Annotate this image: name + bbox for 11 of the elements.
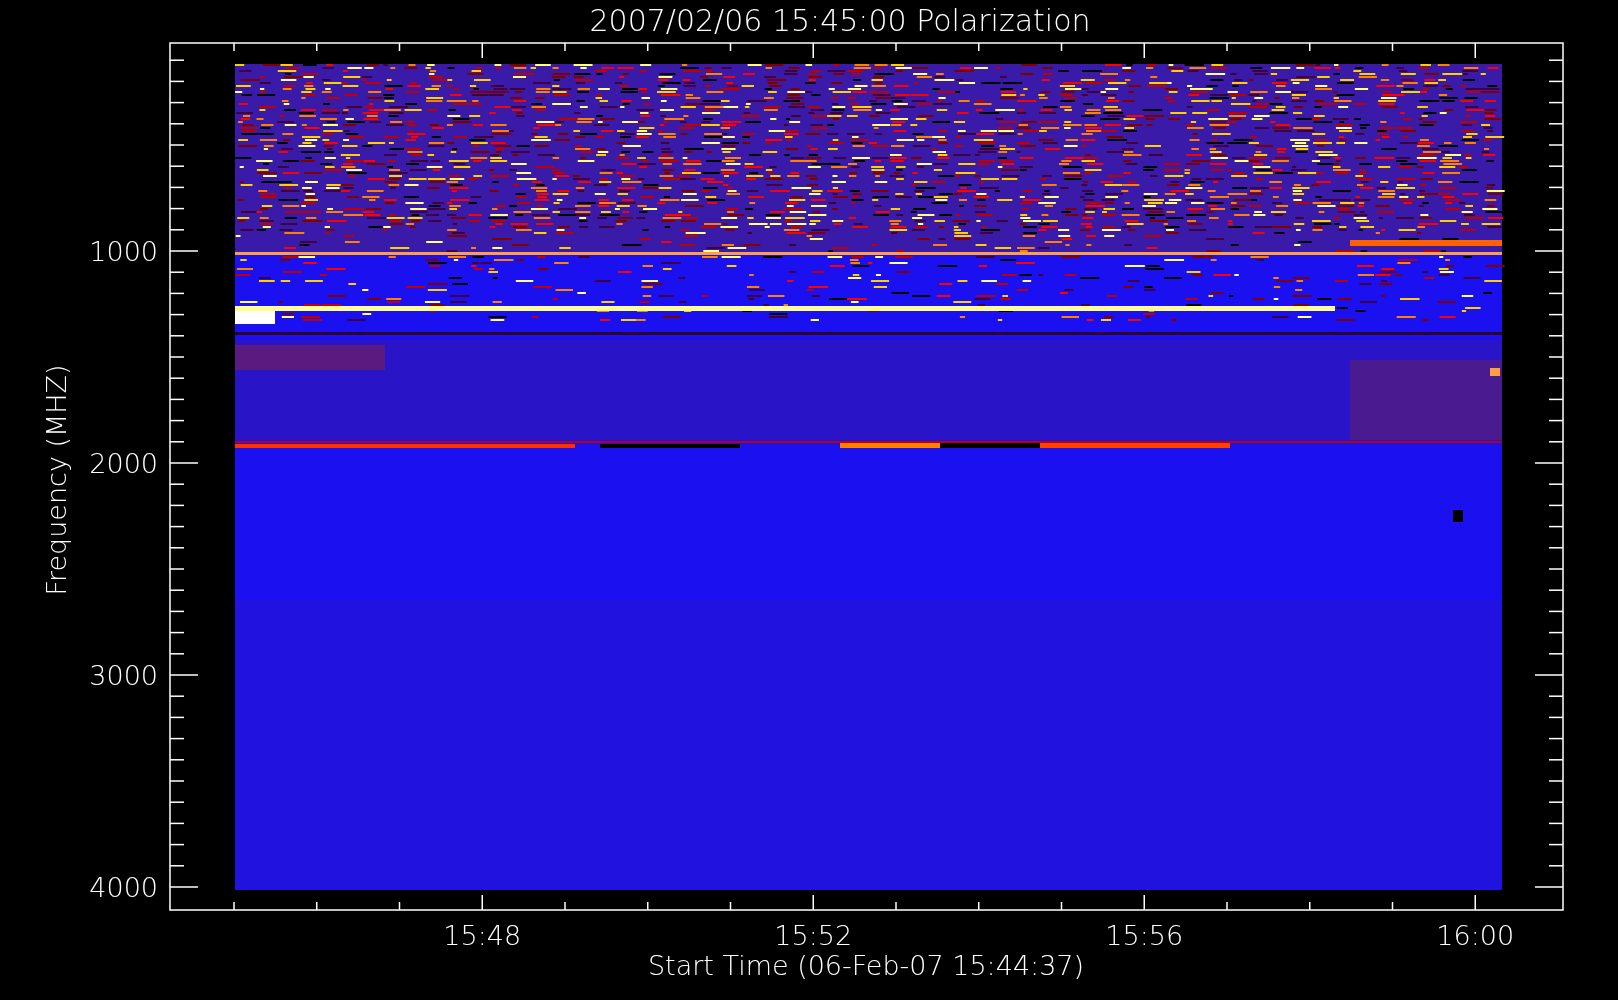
y-tick-label: 3000 bbox=[89, 660, 158, 691]
x-tick-label: 15:56 bbox=[1105, 920, 1184, 951]
y-tick-label: 2000 bbox=[89, 448, 158, 479]
chart-title: 2007/02/06 15:45:00 Polarization bbox=[589, 3, 1091, 38]
y-tick-label: 4000 bbox=[89, 872, 158, 903]
x-tick-label: 15:52 bbox=[774, 920, 853, 951]
y-axis-title: Frequency (MHZ) bbox=[41, 364, 72, 596]
y-tick-label: 1000 bbox=[89, 236, 158, 267]
x-tick-label: 15:48 bbox=[443, 920, 522, 951]
x-tick-label: 16:00 bbox=[1436, 920, 1515, 951]
x-axis-title: Start Time (06-Feb-07 15:44:37) bbox=[647, 950, 1085, 981]
